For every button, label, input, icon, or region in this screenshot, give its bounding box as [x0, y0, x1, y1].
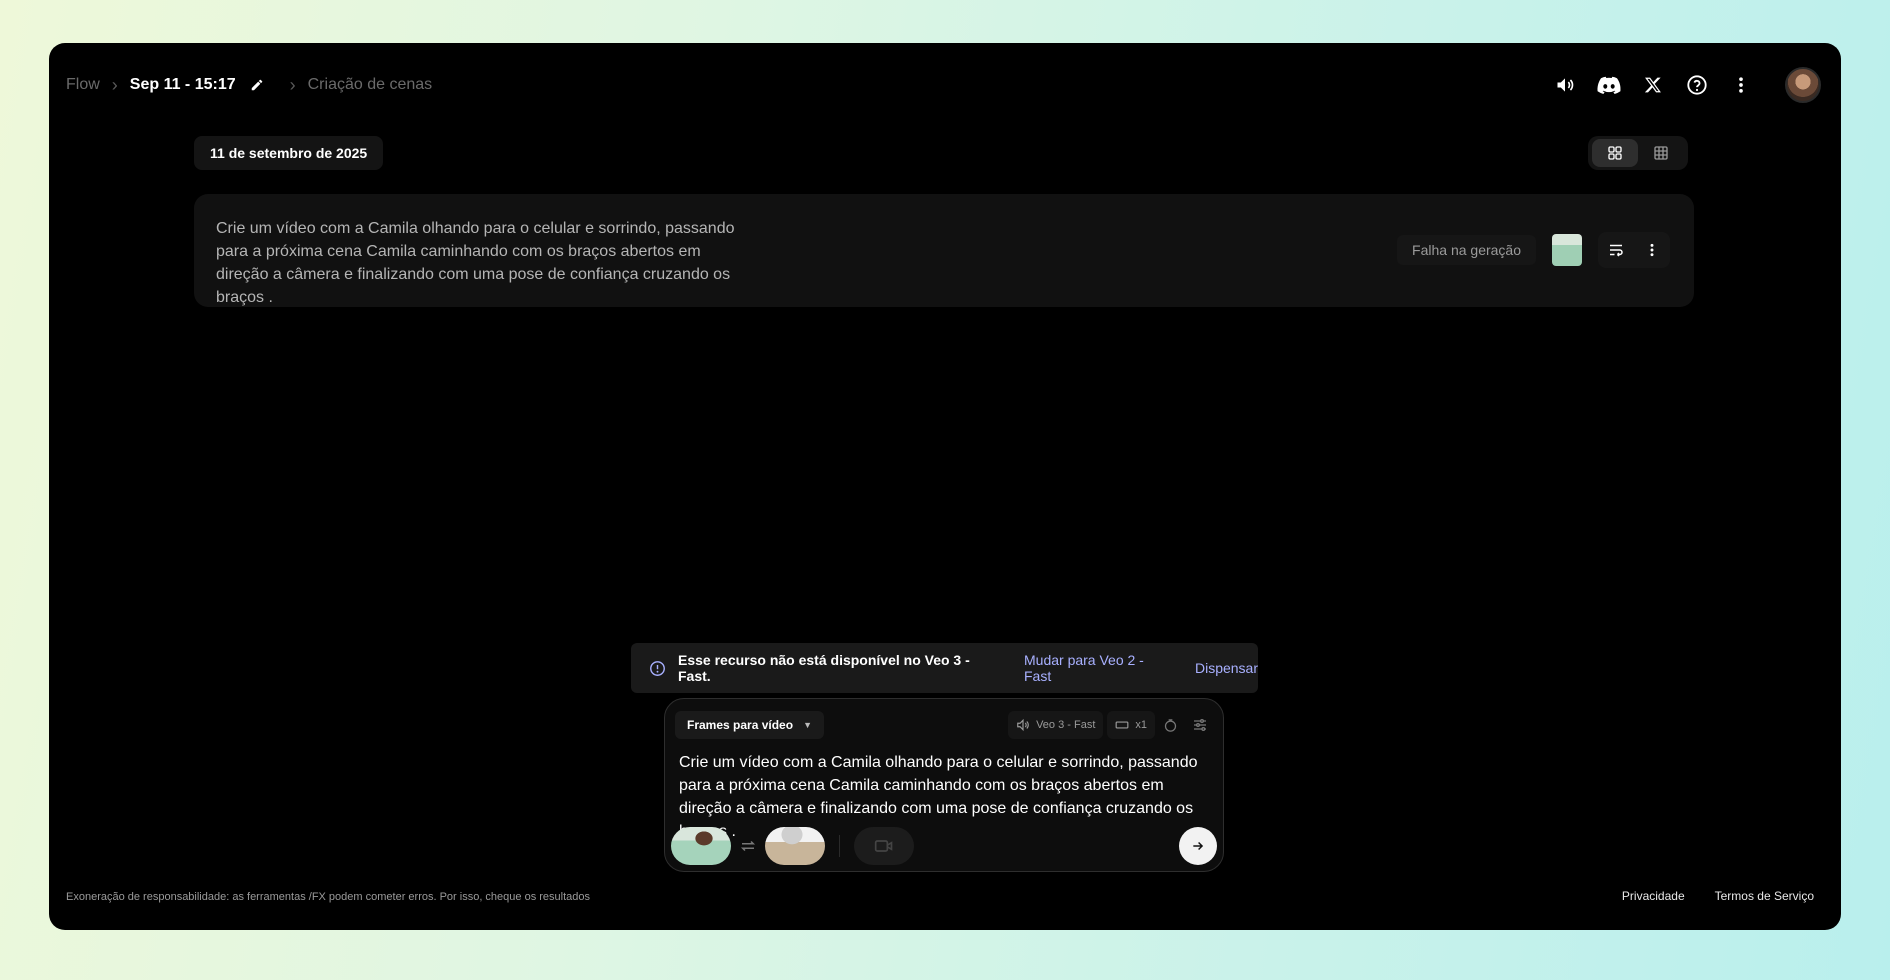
header-actions	[1541, 65, 1821, 105]
add-video-icon	[874, 840, 893, 852]
send-button[interactable]	[1179, 827, 1217, 865]
add-frame-button[interactable]	[854, 827, 914, 865]
grid-view-button[interactable]	[1592, 139, 1638, 167]
table-icon	[1654, 146, 1668, 160]
swap-frames-icon[interactable]	[731, 839, 765, 853]
table-view-button[interactable]	[1638, 139, 1684, 167]
aspect-ratio-icon	[1115, 721, 1129, 729]
terms-link[interactable]: Termos de Serviço	[1715, 889, 1814, 903]
card-more-button[interactable]	[1634, 232, 1670, 268]
alert-banner: Esse recurso não está disponível no Veo …	[631, 643, 1258, 693]
breadcrumb: Flow › Sep 11 - 15:17 › Criação de cenas	[66, 71, 432, 99]
info-icon	[649, 660, 666, 677]
timer-button[interactable]	[1155, 711, 1185, 739]
view-toggle	[1588, 136, 1688, 170]
model-selector[interactable]: Veo 3 - Fast	[1008, 711, 1104, 739]
app-window: Flow › Sep 11 - 15:17 › Criação de cenas…	[49, 43, 1841, 930]
composer-tools: Veo 3 - Fast x1	[1004, 711, 1215, 739]
tune-icon	[1194, 719, 1206, 731]
chevron-right-icon: ›	[289, 74, 296, 95]
timer-icon	[1164, 718, 1176, 732]
output-count-selector[interactable]: x1	[1107, 711, 1155, 739]
volume-icon[interactable]	[1545, 65, 1585, 105]
mode-dropdown[interactable]: Frames para vídeo ▼	[675, 711, 824, 739]
dismiss-link[interactable]: Dispensar	[1195, 660, 1258, 676]
volume-icon	[1017, 718, 1029, 732]
grid-icon	[1608, 146, 1622, 160]
settings-button[interactable]	[1185, 711, 1215, 739]
avatar[interactable]	[1785, 67, 1821, 103]
date-chip: 11 de setembro de 2025	[194, 136, 384, 170]
model-label: Veo 3 - Fast	[1036, 719, 1096, 731]
alert-message: Esse recurso não está disponível no Veo …	[678, 652, 970, 684]
end-frame-thumbnail[interactable]	[765, 827, 825, 865]
discord-icon[interactable]	[1589, 65, 1629, 105]
chevron-down-icon: ▼	[803, 720, 812, 730]
prompt-card[interactable]: Crie um vídeo com a Camila olhando para …	[194, 194, 1694, 307]
footer-links: Privacidade Termos de Serviço	[1592, 889, 1814, 903]
status-badge: Falha na geração	[1397, 235, 1536, 265]
mode-dropdown-label: Frames para vídeo	[687, 718, 794, 732]
disclaimer-text: Exoneração de responsabilidade: as ferra…	[66, 891, 590, 903]
divider	[839, 835, 840, 857]
breadcrumb-project[interactable]: Sep 11 - 15:17	[130, 76, 236, 94]
reuse-prompt-button[interactable]	[1598, 232, 1634, 268]
more-vert-icon[interactable]	[1721, 65, 1761, 105]
prompt-composer: Frames para vídeo ▼ Veo 3 - Fast x1 Crie…	[664, 698, 1224, 872]
frame-strip	[671, 827, 914, 865]
help-icon[interactable]	[1677, 65, 1717, 105]
edit-pencil-icon[interactable]	[250, 78, 264, 92]
chevron-right-icon: ›	[111, 74, 118, 95]
switch-model-link[interactable]: Mudar para Veo 2 - Fast	[1024, 652, 1173, 684]
privacy-link[interactable]: Privacidade	[1622, 889, 1685, 903]
card-prompt-text: Crie um vídeo com a Camila olhando para …	[216, 220, 735, 306]
arrow-right-icon	[1193, 841, 1204, 851]
output-count-label: x1	[1135, 719, 1147, 731]
x-icon[interactable]	[1633, 65, 1673, 105]
start-frame-thumbnail[interactable]	[671, 827, 731, 865]
reference-thumbnail[interactable]	[1552, 234, 1582, 266]
breadcrumb-flow-link[interactable]: Flow	[66, 76, 100, 94]
more-vert-icon	[1650, 243, 1654, 257]
breadcrumb-page: Criação de cenas	[307, 76, 433, 93]
card-actions: Falha na geração	[1397, 232, 1670, 268]
card-button-group	[1598, 232, 1670, 268]
wrap-text-icon	[1610, 244, 1623, 257]
